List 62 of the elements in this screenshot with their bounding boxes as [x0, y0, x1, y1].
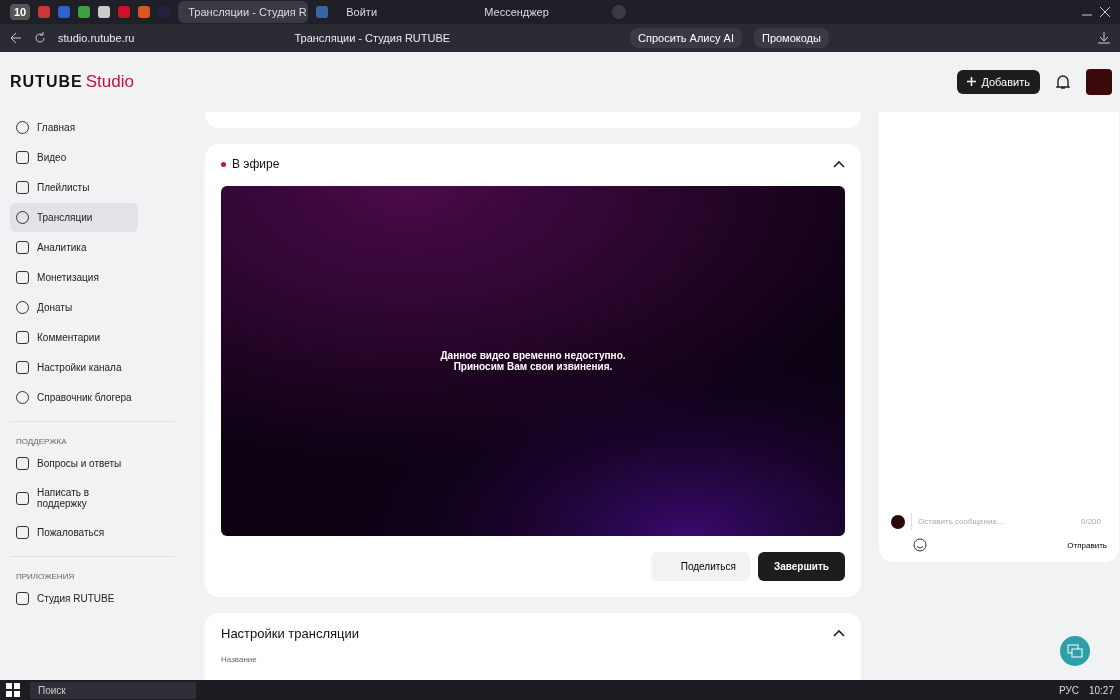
tab[interactable]: Мессенджер — [474, 1, 605, 23]
windows-icon[interactable] — [6, 683, 20, 697]
card-title: Настройки трансляции — [221, 625, 360, 641]
section-title: ПРИЛОЖЕНИЯ — [15, 571, 76, 583]
section-title: ПОДДЕРЖКА — [15, 436, 68, 448]
support-chat-button[interactable] — [1060, 636, 1090, 666]
video-message: Данное видео временно недоступно. Приносим Вам свои извинения. — [440, 350, 626, 372]
sidebar-item[interactable]: Трансляции — [10, 203, 138, 232]
send-button[interactable]: Отправить — [1067, 540, 1107, 550]
reload-icon[interactable] — [34, 32, 46, 44]
search-field[interactable]: Поиск — [30, 681, 196, 699]
field-label: Название — [221, 655, 258, 664]
close-icon[interactable] — [1100, 7, 1110, 17]
sidebar-item[interactable]: Аналитика — [10, 233, 138, 262]
nav-icon — [16, 151, 29, 164]
finish-button[interactable]: Завершить — [757, 552, 845, 581]
nav-icon — [16, 457, 29, 470]
nav-icon — [16, 361, 29, 374]
chevron-icon[interactable] — [833, 160, 845, 168]
sidebar-item[interactable]: Донаты — [10, 293, 138, 322]
avatar — [891, 514, 905, 529]
clock[interactable]: 10:27 — [1088, 684, 1114, 696]
share-button[interactable]: Поделиться — [650, 552, 750, 581]
tab[interactable] — [98, 6, 111, 18]
live-dot-icon — [221, 161, 226, 167]
add-button[interactable]: Добавить — [957, 70, 1040, 94]
chevron-icon[interactable] — [833, 629, 845, 637]
nav-icon — [16, 592, 29, 605]
emoji-icon[interactable] — [913, 538, 927, 552]
sidebar-item[interactable]: Видео — [10, 143, 138, 172]
sidebar-item[interactable]: Написать в поддержку — [10, 479, 138, 517]
download-icon[interactable] — [1098, 32, 1110, 44]
sidebar-item[interactable]: Монетизация — [10, 263, 138, 292]
alice-button[interactable]: Спросить Алису AI — [630, 28, 742, 48]
address-bar[interactable]: studio.rutube.ru Трансляции - Студия RUTUBE — [58, 32, 618, 44]
sidebar-item[interactable]: Студия RUTUBE — [10, 584, 138, 613]
language-indicator[interactable]: РУС — [1058, 684, 1079, 696]
tab-counter[interactable]: 10 — [10, 4, 31, 20]
sidebar-item[interactable]: Плейлисты — [10, 173, 138, 202]
nav-icon — [16, 181, 29, 194]
tab[interactable]: Войти — [336, 1, 467, 23]
card-title: В эфире — [232, 157, 280, 171]
promo-button[interactable]: Промокоды — [753, 28, 829, 48]
plus-icon — [967, 77, 977, 86]
nav-icon — [16, 241, 29, 254]
sidebar-item[interactable]: Справочник блогера — [10, 383, 138, 412]
back-icon[interactable] — [10, 32, 22, 44]
bell-icon[interactable] — [1056, 74, 1070, 90]
sidebar-item[interactable]: Главная — [10, 113, 138, 142]
tab[interactable]: Трансляции - Студия R — [178, 1, 309, 23]
chat-icon — [1067, 644, 1083, 658]
nav-icon — [16, 271, 29, 284]
sidebar-item[interactable]: Пожаловаться — [10, 518, 138, 547]
sidebar-item[interactable]: Комментарии — [10, 323, 138, 352]
logo: RUTUBE Studio — [10, 71, 134, 93]
tab[interactable] — [138, 6, 151, 18]
nav-icon — [16, 491, 29, 505]
sidebar-item[interactable]: Настройки канала — [10, 353, 138, 382]
tab[interactable] — [78, 6, 91, 18]
nav-icon — [16, 526, 29, 539]
sidebar-item[interactable]: Вопросы и ответы — [10, 449, 138, 478]
nav-icon — [16, 331, 29, 344]
